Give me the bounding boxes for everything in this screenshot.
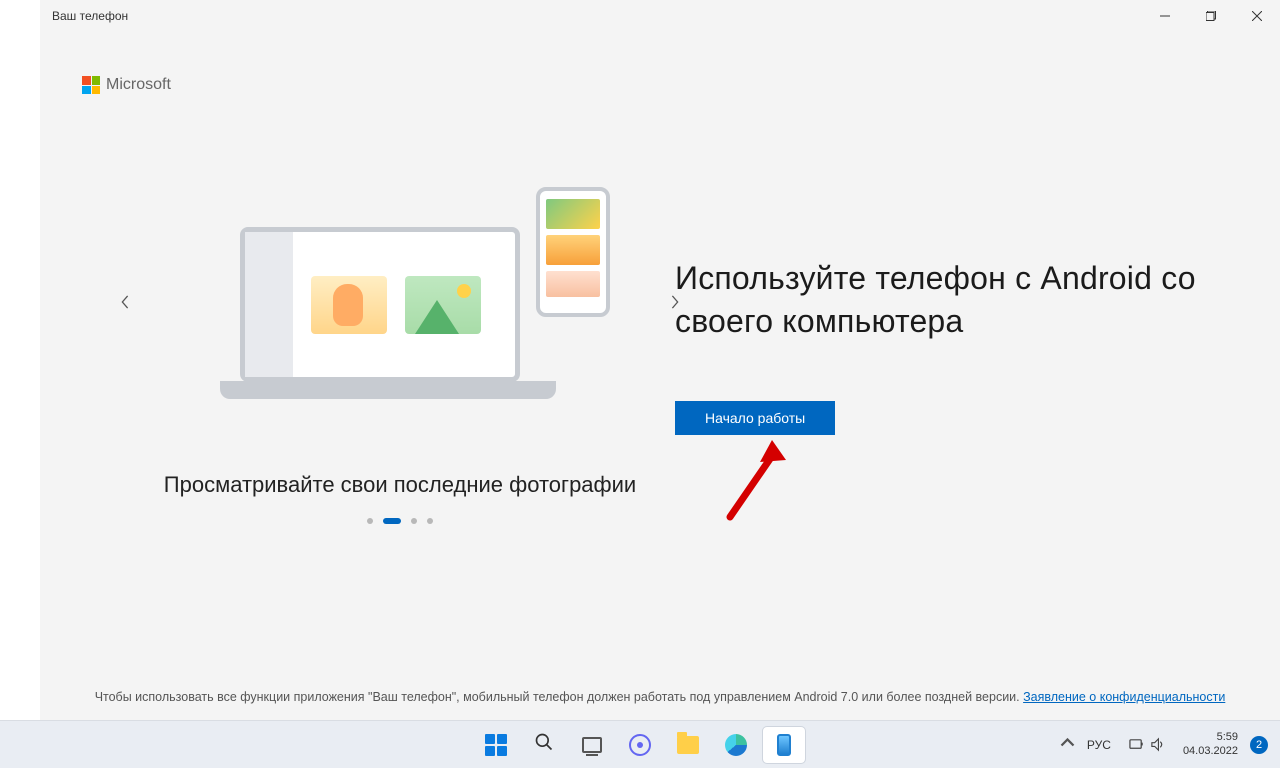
left-blank-strip xyxy=(0,0,40,720)
footnote-text: Чтобы использовать все функции приложени… xyxy=(95,690,1023,704)
phone-icon xyxy=(777,734,791,756)
clock-time: 5:59 xyxy=(1183,731,1238,744)
windows-logo-icon xyxy=(485,734,507,756)
chat-icon xyxy=(629,734,651,756)
maximize-button[interactable] xyxy=(1188,0,1234,32)
hero-pane: Используйте телефон с Android со своего … xyxy=(675,257,1235,435)
footnote: Чтобы использовать все функции приложени… xyxy=(40,690,1280,704)
clock-date: 04.03.2022 xyxy=(1183,745,1238,758)
minimize-button[interactable] xyxy=(1142,0,1188,32)
your-phone-taskbar-button[interactable] xyxy=(763,727,805,763)
phone-illustration xyxy=(536,187,610,317)
notification-badge[interactable]: 2 xyxy=(1250,736,1268,754)
network-sound-button[interactable] xyxy=(1123,733,1171,756)
carousel-dot-1[interactable] xyxy=(367,518,373,524)
carousel-dot-2[interactable] xyxy=(383,518,401,524)
folder-icon xyxy=(677,736,699,754)
carousel-caption: Просматривайте свои последние фотографии xyxy=(110,472,690,498)
start-button[interactable] xyxy=(475,727,517,763)
hero-headline: Используйте телефон с Android со своего … xyxy=(675,257,1235,343)
clock-button[interactable]: 5:59 04.03.2022 xyxy=(1183,731,1238,757)
privacy-link[interactable]: Заявление о конфиденциальности xyxy=(1023,690,1225,704)
laptop-illustration xyxy=(220,227,540,417)
taskbar-search-button[interactable] xyxy=(523,727,565,763)
carousel-illustration xyxy=(220,187,580,417)
system-tray: РУС 5:59 04.03.2022 2 xyxy=(1060,721,1280,768)
edge-button[interactable] xyxy=(715,727,757,763)
close-button[interactable] xyxy=(1234,0,1280,32)
microsoft-logo: Microsoft xyxy=(82,76,171,94)
onboarding-carousel: Просматривайте свои последние фотографии xyxy=(110,172,690,524)
network-icon xyxy=(1129,737,1144,752)
get-started-button[interactable]: Начало работы xyxy=(675,401,835,435)
volume-icon xyxy=(1150,737,1165,752)
carousel-prev-button[interactable] xyxy=(110,287,140,317)
tray-overflow-button[interactable] xyxy=(1060,735,1075,755)
your-phone-window: Ваш телефон Microsoft xyxy=(40,0,1280,720)
microsoft-logo-icon xyxy=(82,76,100,94)
taskbar[interactable]: РУС 5:59 04.03.2022 2 xyxy=(0,720,1280,768)
carousel-dot-4[interactable] xyxy=(427,518,433,524)
task-view-button[interactable] xyxy=(571,727,613,763)
chat-button[interactable] xyxy=(619,727,661,763)
window-title: Ваш телефон xyxy=(52,9,128,23)
search-icon xyxy=(534,732,554,757)
carousel-dots xyxy=(110,518,690,524)
language-indicator[interactable]: РУС xyxy=(1087,738,1111,752)
file-explorer-button[interactable] xyxy=(667,727,709,763)
edge-icon xyxy=(725,734,747,756)
task-view-icon xyxy=(582,737,602,753)
titlebar[interactable]: Ваш телефон xyxy=(40,0,1280,32)
microsoft-logo-text: Microsoft xyxy=(106,76,171,94)
annotation-arrow-icon xyxy=(700,432,790,522)
carousel-dot-3[interactable] xyxy=(411,518,417,524)
